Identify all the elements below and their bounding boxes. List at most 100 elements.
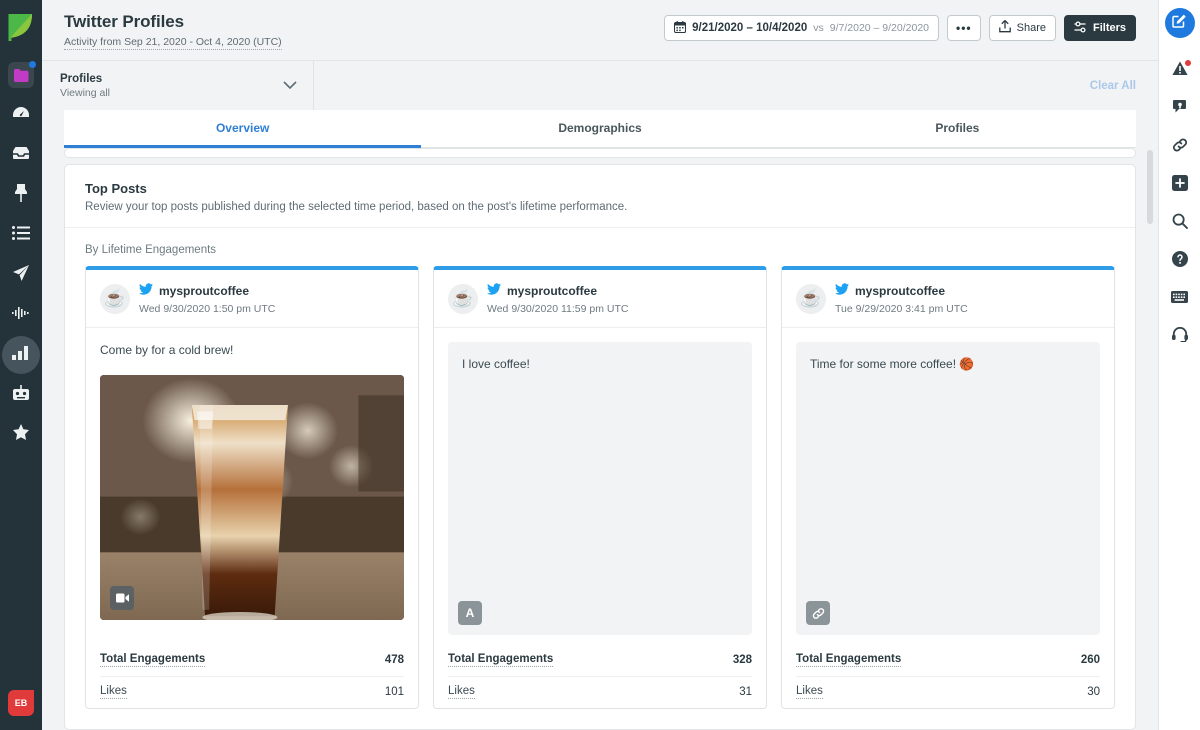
post-text-container: I love coffee! A [448, 342, 752, 635]
post-date: Wed 9/30/2020 1:50 pm UTC [139, 303, 276, 315]
list-icon [12, 225, 30, 245]
coffee-cup-icon: ☕ [100, 283, 130, 314]
sidebar-item-analytics[interactable] [2, 336, 40, 374]
metric-label[interactable]: Likes [796, 685, 823, 699]
message-tag-icon [1172, 99, 1187, 120]
post-date: Tue 9/29/2020 3:41 pm UTC [835, 303, 968, 315]
filters-button[interactable]: Filters [1063, 15, 1136, 41]
post-handle-row: mysproutcoffee [139, 282, 275, 300]
robot-icon [12, 384, 30, 406]
link-icon [806, 601, 830, 625]
link-button[interactable] [1163, 128, 1197, 166]
post-card[interactable]: ☕ mysproutcoffee Wed 9/30/2020 1:50 pm U… [85, 266, 419, 709]
more-options-button[interactable]: ••• [947, 15, 981, 41]
search-icon [1172, 213, 1188, 234]
twitter-icon [139, 282, 153, 300]
post-card-header: ☕ mysproutcoffee Wed 9/30/2020 1:50 pm U… [86, 270, 418, 328]
filter-bar: Profiles Viewing all Clear All [42, 60, 1158, 110]
metric-value: 260 [1080, 654, 1100, 666]
sidebar-item-premium[interactable] [2, 416, 40, 454]
search-button[interactable] [1163, 204, 1197, 242]
twitter-icon [487, 282, 501, 300]
metric-row: Total Engagements 260 [796, 645, 1100, 677]
metric-label[interactable]: Likes [100, 685, 127, 699]
post-meta: mysproutcoffee Wed 9/30/2020 1:50 pm UTC [139, 282, 275, 315]
sidebar-item-listening[interactable] [2, 296, 40, 334]
user-avatar[interactable]: EB [8, 690, 34, 716]
post-meta: mysproutcoffee Tue 9/29/2020 3:41 pm UTC [835, 282, 968, 315]
post-media-image[interactable] [100, 375, 404, 621]
tab-overview[interactable]: Overview [64, 110, 422, 148]
sidebar-item-inbox[interactable] [2, 136, 40, 174]
post-card-header: ☕ mysproutcoffee Tue 9/29/2020 3:41 pm U… [782, 270, 1114, 328]
sidebar-item-gauge[interactable] [2, 96, 40, 134]
add-button[interactable] [1163, 166, 1197, 204]
title-block: Twitter Profiles Activity from Sep 21, 2… [64, 12, 282, 50]
compose-button[interactable] [1164, 8, 1195, 38]
post-card-body: Time for some more coffee! 🏀 [782, 328, 1114, 635]
send-icon [12, 264, 30, 287]
metric-row: Likes 31 [448, 677, 752, 708]
post-handle: mysproutcoffee [855, 284, 946, 298]
report-scroll-area[interactable]: Top Posts Review your top posts publishe… [42, 148, 1158, 730]
calendar-icon [674, 20, 687, 36]
twitter-icon [835, 282, 849, 300]
video-camera-icon [110, 586, 134, 611]
date-range-button[interactable]: 9/21/2020 – 10/4/2020 vs 9/7/2020 – 9/20… [664, 15, 940, 41]
top-posts-cards: ☕ mysproutcoffee Wed 9/30/2020 1:50 pm U… [65, 266, 1135, 729]
tab-profiles[interactable]: Profiles [779, 110, 1136, 148]
keyboard-shortcuts-button[interactable] [1163, 280, 1197, 318]
metric-value: 478 [384, 654, 404, 666]
post-date: Wed 9/30/2020 11:59 pm UTC [487, 303, 629, 315]
help-button[interactable] [1163, 242, 1197, 280]
sidebar-item-publishing[interactable] [2, 256, 40, 294]
compare-range-value: 9/7/2020 – 9/20/2020 [829, 22, 930, 34]
post-metrics: Total Engagements 328 Likes 31 [434, 635, 766, 708]
sidebar-item-list[interactable] [2, 216, 40, 254]
share-button[interactable]: Share [988, 15, 1056, 41]
metric-label[interactable]: Total Engagements [100, 653, 206, 667]
notification-dot [29, 61, 36, 68]
scrollbar-thumb[interactable] [1147, 150, 1153, 224]
link-icon [1172, 137, 1188, 158]
coffee-cup-icon: ☕ [796, 283, 826, 314]
compose-icon [1172, 13, 1187, 33]
date-range-value: 9/21/2020 – 10/4/2020 [692, 22, 808, 34]
post-handle-row: mysproutcoffee [487, 282, 628, 300]
metric-row: Likes 30 [796, 677, 1100, 708]
sidebar-item-folder[interactable] [2, 56, 40, 94]
metric-value: 328 [732, 654, 752, 666]
bar-chart-icon [12, 345, 30, 365]
support-button[interactable] [1163, 318, 1197, 356]
post-card[interactable]: ☕ mysproutcoffee Wed 9/30/2020 11:59 pm … [433, 266, 767, 709]
post-card-body: Come by for a cold brew! [86, 328, 418, 635]
metric-value: 30 [1087, 686, 1100, 698]
messages-button[interactable] [1163, 90, 1197, 128]
metric-label[interactable]: Total Engagements [448, 653, 554, 667]
metric-row: Total Engagements 478 [100, 645, 404, 677]
tab-demographics[interactable]: Demographics [421, 110, 778, 148]
sprout-logo[interactable] [7, 12, 35, 42]
scrollbar-track[interactable] [1147, 148, 1153, 730]
star-badge-icon [12, 424, 30, 446]
profiles-filter-value: Viewing all [60, 86, 111, 99]
text-badge: A [458, 601, 482, 625]
metric-label[interactable]: Likes [448, 685, 475, 699]
activity-daterange-link[interactable]: Activity from Sep 21, 2020 - Oct 4, 2020… [64, 36, 282, 50]
share-icon [998, 20, 1011, 36]
sidebar-item-bots[interactable] [2, 376, 40, 414]
left-sidebar: EB [0, 0, 42, 730]
top-posts-header: Top Posts Review your top posts publishe… [65, 165, 1135, 228]
profiles-filter-dropdown[interactable]: Profiles Viewing all [42, 61, 314, 110]
clear-all-link[interactable]: Clear All [1090, 80, 1136, 92]
metric-row: Likes 101 [100, 677, 404, 708]
profiles-filter-label: Profiles [60, 72, 103, 85]
coffee-cup-icon: ☕ [448, 283, 478, 314]
metric-value: 101 [384, 686, 404, 698]
alerts-button[interactable] [1163, 52, 1197, 90]
sidebar-item-pin[interactable] [2, 176, 40, 214]
metric-label[interactable]: Total Engagements [796, 653, 902, 667]
post-card-header: ☕ mysproutcoffee Wed 9/30/2020 11:59 pm … [434, 270, 766, 328]
post-card[interactable]: ☕ mysproutcoffee Tue 9/29/2020 3:41 pm U… [781, 266, 1115, 709]
app-window: EB Twitter Profiles Activity from Sep 21… [0, 0, 1200, 730]
